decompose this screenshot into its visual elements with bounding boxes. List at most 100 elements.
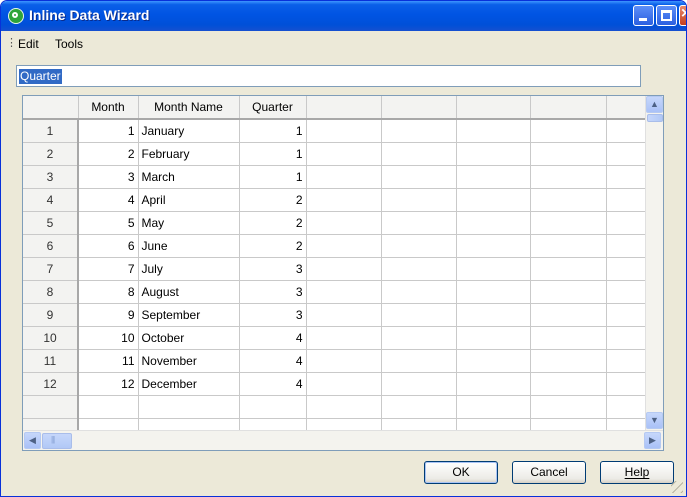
empty-cell[interactable]	[606, 326, 647, 350]
empty-cell[interactable]	[530, 165, 607, 189]
cell-month-name[interactable]: April	[138, 188, 240, 212]
empty-cell[interactable]	[606, 142, 647, 166]
cell-edit-field[interactable]: Quarter	[16, 65, 641, 87]
empty-cell[interactable]	[456, 119, 531, 143]
empty-cell[interactable]	[306, 119, 382, 143]
empty-cell[interactable]	[306, 257, 382, 281]
empty-cell[interactable]	[381, 188, 457, 212]
cell-month[interactable]: 10	[78, 326, 139, 350]
cell-month-name[interactable]: June	[138, 234, 240, 258]
row-header[interactable]: 5	[23, 211, 79, 235]
title-bar[interactable]: Inline Data Wizard	[1, 1, 686, 31]
table-row[interactable]: 10 10 October 4	[23, 326, 647, 350]
cell-month-name[interactable]: December	[138, 372, 240, 396]
minimize-button[interactable]	[633, 5, 654, 26]
column-header-empty[interactable]	[381, 96, 457, 120]
menu-tools[interactable]: Tools	[55, 37, 83, 51]
cell-month[interactable]: 6	[78, 234, 139, 258]
cell-month-name[interactable]: August	[138, 280, 240, 304]
cell-month[interactable]: 7	[78, 257, 139, 281]
empty-cell[interactable]	[606, 303, 647, 327]
corner-cell[interactable]	[23, 96, 79, 120]
ok-button[interactable]: OK	[424, 461, 498, 484]
scroll-right-icon[interactable]: ▶	[644, 432, 661, 449]
table-row[interactable]: 1 1 January 1	[23, 119, 647, 143]
empty-cell[interactable]	[381, 211, 457, 235]
empty-cell[interactable]	[306, 280, 382, 304]
empty-cell[interactable]	[456, 211, 531, 235]
empty-cell[interactable]	[381, 349, 457, 373]
empty-cell[interactable]	[530, 119, 607, 143]
empty-cell[interactable]	[606, 349, 647, 373]
empty-cell[interactable]	[530, 257, 607, 281]
table-row[interactable]: 3 3 March 1	[23, 165, 647, 189]
empty-cell[interactable]	[606, 372, 647, 396]
table-row[interactable]: 4 4 April 2	[23, 188, 647, 212]
empty-cell[interactable]	[456, 395, 531, 419]
empty-cell[interactable]	[381, 234, 457, 258]
horizontal-scrollbar[interactable]: ◀ ▶	[23, 430, 663, 450]
scroll-left-icon[interactable]: ◀	[24, 432, 41, 449]
data-grid[interactable]: Month Month Name Quarter 1 1 January 1 2 2 Feb…	[22, 95, 664, 451]
empty-cell[interactable]	[381, 326, 457, 350]
empty-cell[interactable]	[530, 372, 607, 396]
cell-quarter[interactable]: 2	[239, 188, 307, 212]
empty-cell[interactable]	[306, 165, 382, 189]
cell-quarter[interactable]: 1	[239, 119, 307, 143]
cell-month[interactable]: 2	[78, 142, 139, 166]
row-header[interactable]: 8	[23, 280, 79, 304]
row-header[interactable]	[23, 395, 79, 419]
empty-cell[interactable]	[306, 326, 382, 350]
empty-row[interactable]	[23, 395, 647, 419]
cell-quarter[interactable]: 3	[239, 280, 307, 304]
table-row[interactable]: 7 7 July 3	[23, 257, 647, 281]
column-header-quarter[interactable]: Quarter	[239, 96, 307, 120]
cell-month-name[interactable]: October	[138, 326, 240, 350]
empty-cell[interactable]	[530, 326, 607, 350]
empty-cell[interactable]	[530, 303, 607, 327]
empty-cell[interactable]	[138, 395, 240, 419]
cell-month-name[interactable]: September	[138, 303, 240, 327]
cell-quarter[interactable]: 2	[239, 211, 307, 235]
cell-month[interactable]: 11	[78, 349, 139, 373]
resize-grip[interactable]	[671, 481, 683, 493]
empty-cell[interactable]	[606, 395, 647, 419]
row-header[interactable]: 7	[23, 257, 79, 281]
empty-cell[interactable]	[381, 119, 457, 143]
menu-edit[interactable]: Edit	[18, 37, 39, 51]
cell-month-name[interactable]: January	[138, 119, 240, 143]
empty-cell[interactable]	[606, 234, 647, 258]
cell-month-name[interactable]: November	[138, 349, 240, 373]
column-header-empty[interactable]	[306, 96, 382, 120]
help-button[interactable]: Help	[600, 461, 674, 484]
cell-quarter[interactable]: 4	[239, 349, 307, 373]
empty-cell[interactable]	[456, 142, 531, 166]
cell-month-name[interactable]: May	[138, 211, 240, 235]
empty-cell[interactable]	[381, 395, 457, 419]
empty-cell[interactable]	[456, 257, 531, 281]
row-header[interactable]: 1	[23, 119, 79, 143]
cell-month-name[interactable]: March	[138, 165, 240, 189]
row-header[interactable]: 11	[23, 349, 79, 373]
vertical-scroll-thumb[interactable]	[647, 114, 663, 122]
cell-month[interactable]: 8	[78, 280, 139, 304]
empty-cell[interactable]	[456, 372, 531, 396]
column-header-empty[interactable]	[606, 96, 647, 120]
empty-cell[interactable]	[381, 142, 457, 166]
scroll-up-icon[interactable]: ▲	[646, 96, 663, 113]
column-header-month[interactable]: Month	[78, 96, 139, 120]
empty-cell[interactable]	[530, 349, 607, 373]
empty-cell[interactable]	[606, 119, 647, 143]
scroll-down-icon[interactable]: ▼	[646, 412, 663, 429]
empty-cell[interactable]	[306, 349, 382, 373]
empty-cell[interactable]	[381, 165, 457, 189]
cell-month[interactable]: 4	[78, 188, 139, 212]
empty-cell[interactable]	[306, 142, 382, 166]
empty-cell[interactable]	[306, 211, 382, 235]
vertical-scrollbar[interactable]: ▲ ▼	[645, 96, 663, 430]
row-header[interactable]: 9	[23, 303, 79, 327]
empty-cell[interactable]	[606, 188, 647, 212]
cell-quarter[interactable]: 3	[239, 303, 307, 327]
empty-cell[interactable]	[530, 234, 607, 258]
empty-cell[interactable]	[306, 303, 382, 327]
